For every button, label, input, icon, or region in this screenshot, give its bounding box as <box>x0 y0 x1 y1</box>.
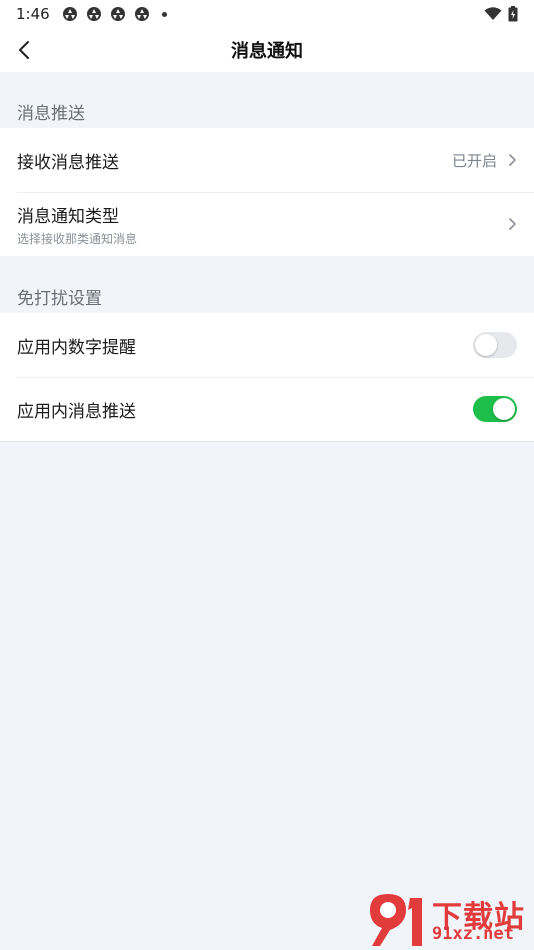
group-divider <box>0 441 534 442</box>
status-time: 1:46 <box>16 5 50 23</box>
notification-type-text: 消息通知类型 选择接收那类通知消息 <box>17 202 137 247</box>
in-app-push-row: 应用内消息推送 <box>0 377 534 441</box>
notification-type-label: 消息通知类型 <box>17 206 119 227</box>
in-app-badge-toggle[interactable] <box>473 332 517 358</box>
notification-type-row[interactable]: 消息通知类型 选择接收那类通知消息 <box>0 192 534 256</box>
notification-type-right <box>507 217 517 231</box>
section-header-push: 消息推送 <box>17 104 85 124</box>
notification-icons <box>62 6 167 22</box>
chevron-right-icon <box>509 218 516 230</box>
app-icon <box>134 7 149 21</box>
chevron-right-icon <box>509 154 516 166</box>
nav-bar: 消息通知 <box>0 28 534 72</box>
dnd-settings-group: 应用内数字提醒 应用内消息推送 <box>0 313 534 441</box>
app-icon <box>110 7 125 21</box>
back-button[interactable] <box>8 34 40 66</box>
in-app-badge-row: 应用内数字提醒 <box>0 313 534 377</box>
section-header-dnd: 免打扰设置 <box>17 289 102 309</box>
in-app-push-toggle[interactable] <box>473 396 517 422</box>
chevron-left-icon <box>19 41 29 59</box>
in-app-push-label: 应用内消息推送 <box>17 401 136 422</box>
in-app-badge-label: 应用内数字提醒 <box>17 337 136 358</box>
page-title: 消息通知 <box>231 41 303 62</box>
receive-push-right: 已开启 <box>452 150 517 171</box>
notification-type-subtitle: 选择接收那类通知消息 <box>17 231 138 246</box>
app-icon <box>86 7 101 21</box>
receive-push-label: 接收消息推送 <box>17 152 119 173</box>
status-bar: 1:46 <box>0 0 534 28</box>
watermark-text-bottom: 91xz.net <box>432 924 514 944</box>
toggle-knob <box>475 334 497 356</box>
site-watermark: 下载站 91xz.net <box>362 890 534 950</box>
receive-push-row[interactable]: 接收消息推送 已开启 <box>0 128 534 192</box>
app-icon <box>62 7 77 21</box>
more-notifications-dot <box>161 11 167 17</box>
push-settings-group: 接收消息推送 已开启 消息通知类型 选择接收那类通知消息 <box>0 128 534 256</box>
watermark-logo-icon <box>370 894 422 946</box>
toggle-knob <box>493 398 515 420</box>
wifi-icon <box>484 7 502 20</box>
in-app-push-right <box>473 396 517 422</box>
notification-settings-screen: 1:46 消息通知 消息推送 接收消息推送 已开启 消息通知类型 选择接收那类通… <box>0 0 534 950</box>
receive-push-status: 已开启 <box>451 151 497 170</box>
battery-icon <box>508 6 518 22</box>
status-right <box>484 6 518 22</box>
in-app-badge-right <box>473 332 517 358</box>
